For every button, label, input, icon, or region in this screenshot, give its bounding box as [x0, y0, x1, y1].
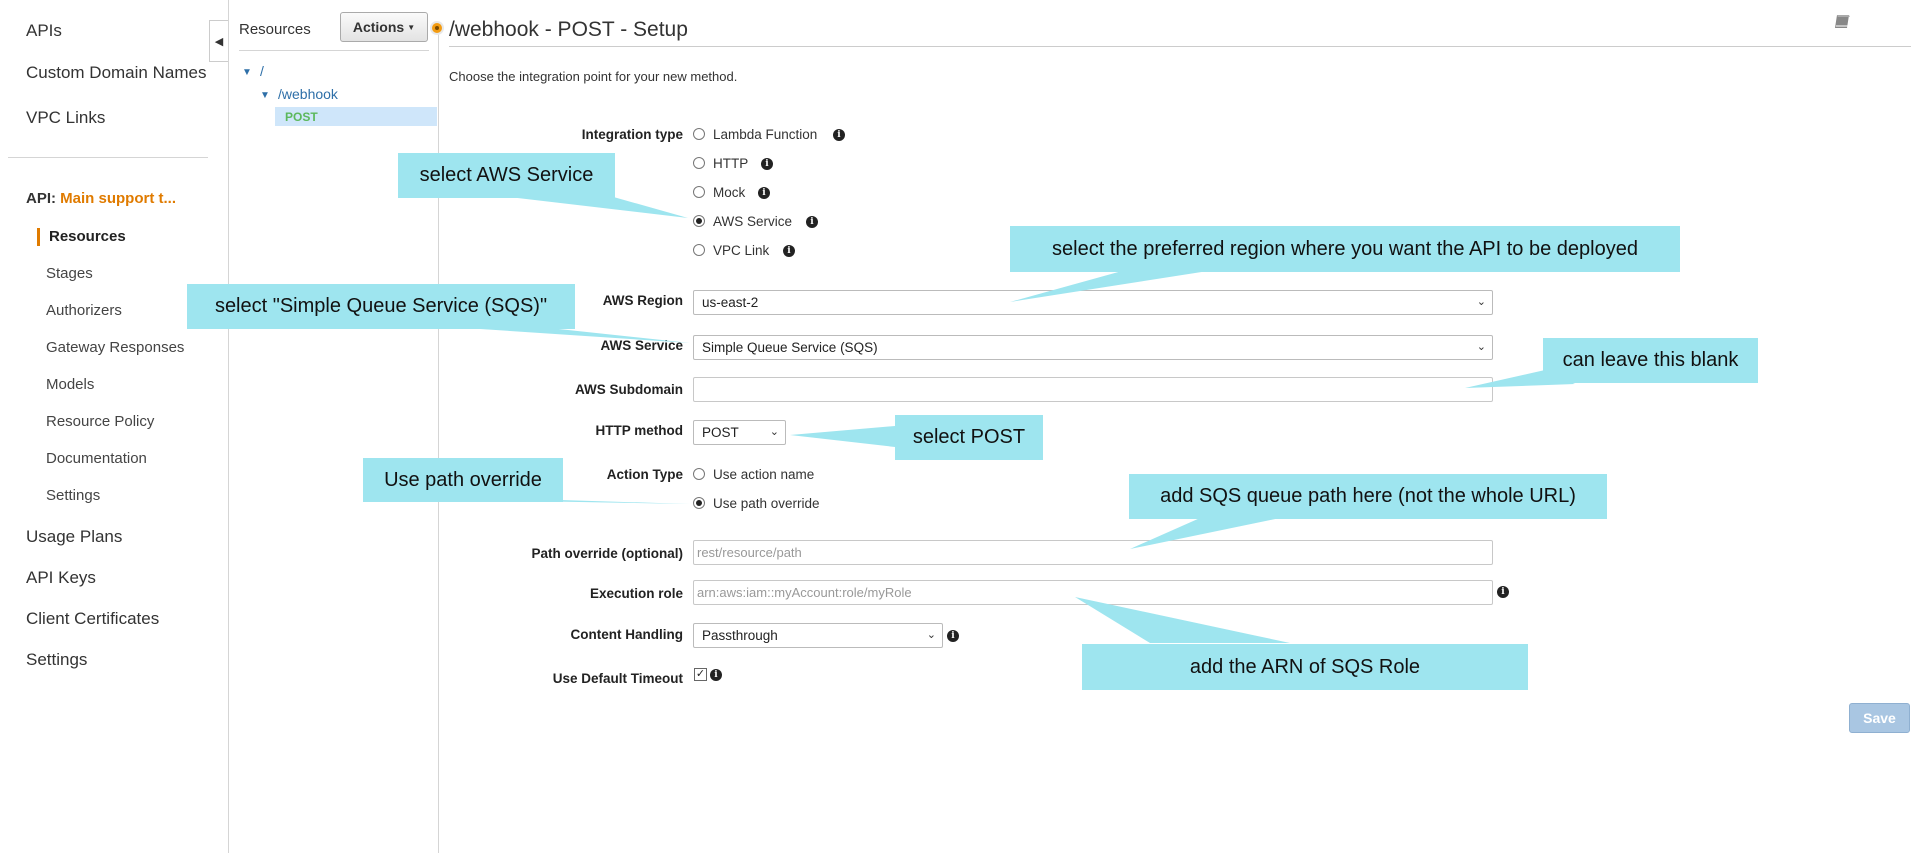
callout-use-path-override: Use path override — [363, 458, 563, 502]
callout-select-sqs: select "Simple Queue Service (SQS)" — [187, 284, 575, 329]
pointer-aws-service — [500, 196, 688, 218]
pointer-post — [790, 426, 895, 447]
callout-select-aws-service: select AWS Service — [398, 153, 615, 198]
pointer-queue-path — [1130, 518, 1280, 549]
callout-select-post: select POST — [895, 415, 1043, 460]
callout-arn: add the ARN of SQS Role — [1082, 644, 1528, 690]
pointer-arn — [1075, 597, 1290, 643]
callout-queue-path: add SQS queue path here (not the whole U… — [1129, 474, 1607, 519]
pointer-sqs — [450, 327, 690, 343]
callout-select-region: select the preferred region where you wa… — [1010, 226, 1680, 272]
callout-leave-blank: can leave this blank — [1543, 338, 1758, 383]
